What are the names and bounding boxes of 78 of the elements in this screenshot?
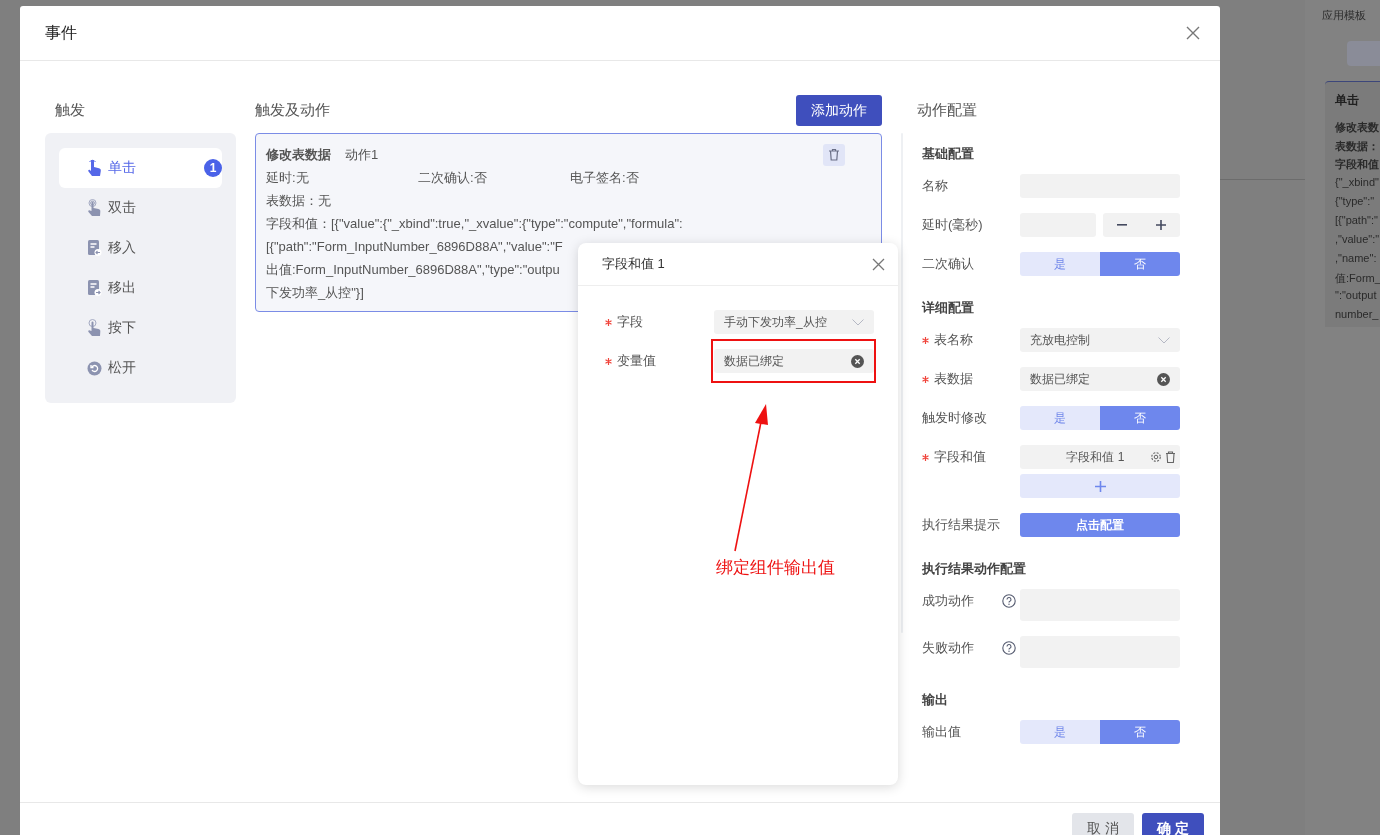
dialog-title: 事件 — [45, 22, 77, 43]
delete-button[interactable] — [823, 143, 845, 166]
card-text: ,"value":" — [1335, 232, 1380, 247]
chevron-down-icon — [1158, 336, 1170, 344]
action-name: 修改表数据 — [266, 145, 331, 164]
card-title: 单击 — [1335, 92, 1360, 109]
field-label: 表数据 — [934, 370, 973, 388]
select-field[interactable]: 充放电控制 — [1020, 328, 1180, 352]
field-label: 延时(毫秒) — [922, 216, 983, 234]
trigger-item[interactable]: 双击 — [59, 188, 222, 228]
close-button[interactable] — [872, 257, 885, 271]
hand-pointer-icon — [87, 319, 102, 337]
card-text: {"_xbind" — [1335, 176, 1380, 191]
clear-icon[interactable] — [851, 354, 864, 368]
action-detail: 电子签名:否 — [570, 168, 640, 187]
trigger-item[interactable]: 移入 — [59, 228, 222, 268]
close-button[interactable] — [1186, 26, 1200, 40]
action-label: 动作1 — [345, 145, 379, 164]
field-label: 输出值 — [922, 723, 961, 741]
card-text: 修改表数 — [1335, 119, 1380, 135]
select-field[interactable]: 手动下发功率_从控 — [714, 310, 874, 334]
card-text: ":"output — [1335, 289, 1378, 304]
field-label: 字段 — [617, 313, 643, 331]
field-label: 失败动作 — [922, 639, 974, 657]
card-text: 字段和值 — [1335, 157, 1380, 173]
trash-icon[interactable] — [1165, 451, 1176, 463]
clear-icon[interactable] — [1157, 372, 1170, 386]
field-label: 成功动作 — [922, 592, 974, 610]
field-label: 变量值 — [617, 352, 656, 370]
action-detail: [{"path":"Form_InputNumber_6896D88A","value":"F — [266, 239, 563, 254]
count-badge: 1 — [204, 159, 222, 177]
hand-pointer-icon — [87, 199, 102, 217]
action-detail: 字段和值：[{"value":{"_xbind":true,"_xvalue":{"type":"compute","formula": — [266, 214, 683, 233]
trigger-item[interactable]: 移出 — [59, 268, 222, 308]
field-label: 二次确认 — [922, 255, 974, 273]
card-text: {"type":" — [1335, 195, 1376, 210]
trigger-item[interactable]: 按下 — [59, 308, 222, 348]
action-detail: 二次确认:否 — [418, 168, 488, 187]
card-text: number_ — [1335, 308, 1380, 323]
chevron-down-icon — [852, 318, 864, 326]
annotation-text: 绑定组件输出值 — [716, 557, 835, 579]
confirm-button[interactable]: 确 定 — [1142, 813, 1204, 835]
group-heading: 详细配置 — [922, 299, 974, 317]
trash-icon — [828, 148, 840, 161]
action-detail: 延时:无 — [266, 168, 310, 187]
card-text: [{"path":" — [1335, 214, 1379, 228]
action-detail: 表数据：无 — [266, 191, 331, 210]
action-detail: 出值:Form_InputNumber_6896D88A","type":"outpu — [266, 260, 560, 279]
card-text: 表数据： — [1335, 138, 1380, 154]
field-label: 执行结果提示 — [922, 516, 1000, 534]
tab-label: 应用模板 — [1322, 8, 1367, 23]
section-title: 动作配置 — [917, 101, 977, 120]
field-value-item[interactable]: 字段和值 1 — [1020, 445, 1180, 469]
bound-field[interactable]: 数据已绑定 — [1020, 367, 1180, 391]
add-action-button[interactable]: 添加动作 — [796, 95, 882, 126]
dialog-title: 字段和值 1 — [602, 255, 665, 273]
section-title: 触发 — [55, 101, 85, 120]
field-label: 名称 — [922, 177, 948, 195]
card-text: 值:Form_ — [1335, 270, 1380, 286]
bound-field[interactable]: 数据已绑定 — [714, 349, 874, 373]
group-heading: 执行结果动作配置 — [922, 560, 1026, 578]
group-heading: 基础配置 — [922, 145, 974, 163]
field-label: 字段和值 — [934, 448, 986, 466]
action-detail: 下发功率_从控"}] — [266, 283, 364, 302]
plus-icon — [1155, 220, 1166, 230]
gear-icon[interactable] — [1150, 451, 1162, 463]
trigger-item[interactable]: 单击 1 — [59, 148, 222, 188]
trigger-item[interactable]: 松开 — [59, 348, 222, 388]
field-label: 触发时修改 — [922, 409, 987, 427]
group-heading: 输出 — [922, 691, 948, 709]
stepper-control[interactable] — [1103, 213, 1180, 237]
section-title: 触发及动作 — [255, 101, 330, 120]
card-text: ,"name": — [1335, 251, 1378, 266]
field-label: 表名称 — [934, 331, 973, 349]
hand-pointer-icon — [87, 159, 102, 177]
minus-icon — [1117, 224, 1128, 226]
cancel-button[interactable]: 取 消 — [1072, 813, 1134, 835]
plus-icon — [1094, 480, 1106, 492]
